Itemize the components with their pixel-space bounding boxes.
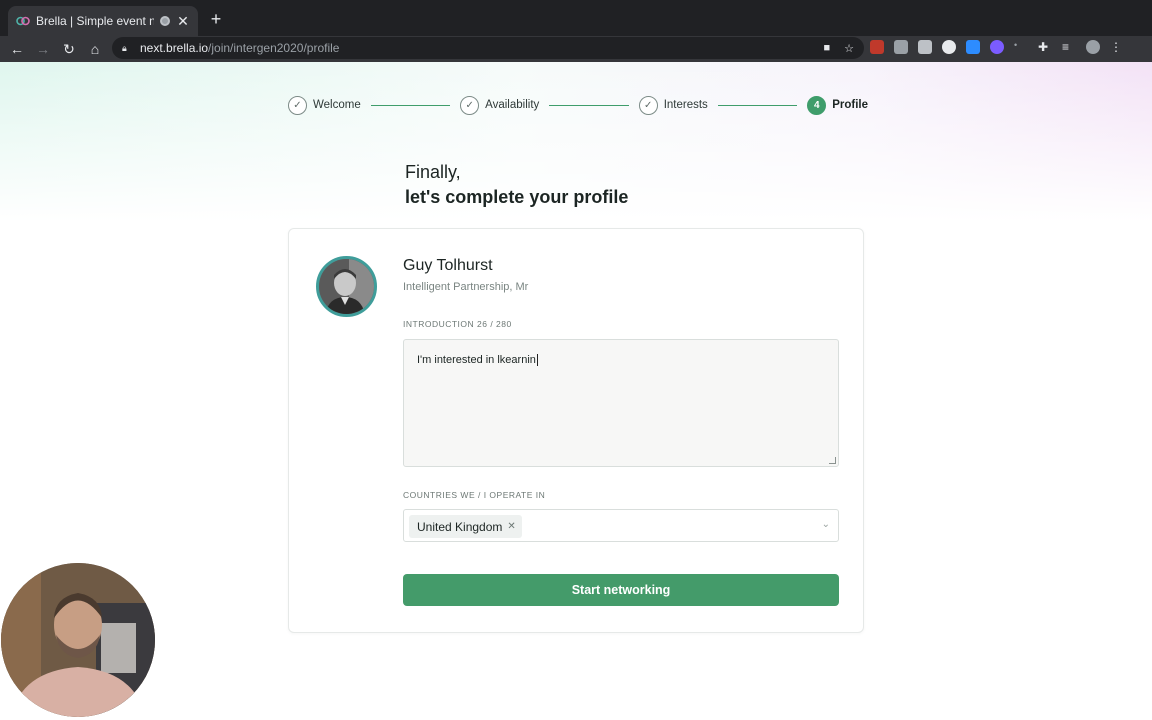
webcam-overlay [1, 563, 155, 717]
step-label: Welcome [313, 99, 361, 111]
extension-icon[interactable] [990, 40, 1004, 54]
check-icon: ✓ [460, 95, 480, 115]
profile-name: Guy Tolhurst [403, 257, 493, 274]
forward-icon[interactable]: → [30, 37, 56, 61]
brella-favicon-icon [16, 14, 30, 28]
browser-toolbar: ← → ↻ ⌂ 🔒︎ next.brella.io/join/intergen2… [0, 36, 1152, 62]
extension-icon[interactable]: • [1014, 40, 1028, 54]
page-body: ✓ Welcome ✓ Availability ✓ Interests 4 P… [0, 62, 1152, 720]
step-label: Availability [485, 99, 540, 111]
onboarding-stepper: ✓ Welcome ✓ Availability ✓ Interests 4 P… [288, 95, 868, 115]
countries-select[interactable]: United Kingdom ✕ ⌄ [403, 509, 839, 542]
browser-menu-icon[interactable]: ⋮ [1110, 40, 1124, 54]
country-chip-label: United Kingdom [417, 519, 503, 534]
zoom-extension-icon[interactable] [966, 40, 980, 54]
introduction-label: INTRODUCTION 26 / 280 [403, 319, 512, 329]
profile-card: Guy Tolhurst Intelligent Partnership, Mr… [288, 228, 864, 633]
browser-tab-bar: Brella | Simple event netwo ✕ + [0, 0, 1152, 36]
address-bar[interactable]: 🔒︎ next.brella.io/join/intergen2020/prof… [112, 37, 864, 59]
puzzle-extensions-icon[interactable]: ✚ [1038, 40, 1052, 54]
avatar [316, 256, 377, 317]
profile-organization: Intelligent Partnership, Mr [403, 281, 529, 293]
new-tab-button[interactable]: + [206, 8, 226, 30]
profile-avatar-icon[interactable] [1086, 40, 1100, 54]
browser-tab[interactable]: Brella | Simple event netwo ✕ [8, 6, 198, 36]
extension-icon[interactable] [942, 40, 956, 54]
step-profile: 4 Profile [807, 95, 869, 115]
introduction-text: I'm interested in lkearnin [417, 354, 536, 366]
step-label: Profile [832, 99, 869, 111]
country-chip: United Kingdom ✕ [409, 515, 522, 538]
step-welcome[interactable]: ✓ Welcome [288, 95, 361, 115]
reload-icon[interactable]: ↻ [56, 37, 82, 61]
home-icon[interactable]: ⌂ [82, 37, 108, 61]
page-heading-line1: Finally, [405, 162, 461, 182]
bookmark-star-icon[interactable]: ☆ [844, 42, 854, 55]
step-number: 4 [807, 95, 827, 115]
chevron-down-icon[interactable]: ⌄ [822, 519, 830, 530]
countries-label: COUNTRIES WE / I OPERATE IN [403, 490, 546, 500]
media-queue-icon[interactable]: ≡ [1062, 40, 1076, 54]
introduction-textarea[interactable]: I'm interested in lkearnin [403, 339, 839, 467]
step-availability[interactable]: ✓ Availability [460, 95, 540, 115]
check-icon: ✓ [638, 95, 658, 115]
step-interests[interactable]: ✓ Interests [638, 95, 708, 115]
extension-icon[interactable] [894, 40, 908, 54]
remove-chip-icon[interactable]: ✕ [507, 521, 515, 532]
url-path: /join/intergen2020/profile [208, 41, 340, 55]
check-icon: ✓ [288, 95, 307, 115]
step-connector [370, 104, 451, 106]
lock-icon: 🔒︎ [122, 43, 127, 53]
camera-icon[interactable]: ■ [823, 42, 830, 55]
tab-title: Brella | Simple event netwo [36, 14, 154, 28]
step-connector [549, 104, 629, 106]
extension-icon[interactable] [870, 40, 884, 54]
text-caret [536, 354, 538, 366]
page-heading-line2: let's complete your profile [405, 187, 629, 207]
step-label: Interests [663, 99, 708, 111]
resize-handle-icon[interactable] [829, 457, 836, 464]
recording-indicator-icon [160, 16, 170, 26]
url-host: next.brella.io [140, 41, 209, 55]
start-networking-button[interactable]: Start networking [403, 574, 839, 606]
extensions-area: • ✚ ≡ ⋮ [870, 40, 1124, 54]
step-connector [717, 104, 798, 106]
tab-close-icon[interactable]: ✕ [176, 13, 190, 30]
back-icon[interactable]: ← [4, 37, 30, 61]
extension-icon[interactable] [918, 40, 932, 54]
